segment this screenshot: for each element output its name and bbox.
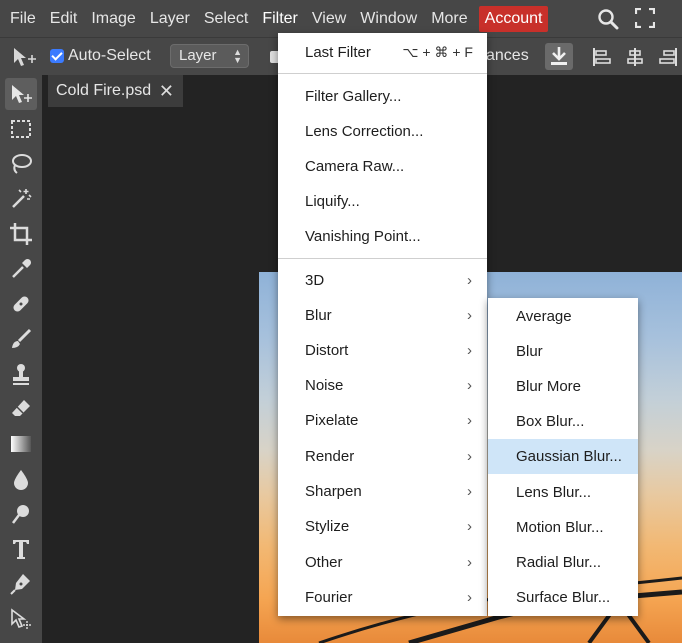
menu-item-label: Distort — [305, 342, 349, 359]
document-tab-title: Cold Fire.psd — [56, 82, 152, 99]
menu-layer[interactable]: Layer — [143, 0, 197, 37]
layer-select-dropdown[interactable]: Layer ▲ ▼ — [170, 44, 249, 68]
align-right-icon[interactable] — [658, 47, 678, 72]
eyedropper-tool-icon[interactable] — [5, 253, 37, 285]
menu-item-vanishing-point[interactable]: Vanishing Point... — [278, 219, 487, 254]
menu-item-last-filter[interactable]: Last Filter ⌥ + ⌘ + F — [278, 35, 487, 70]
menu-item-3d[interactable]: 3D › — [278, 263, 487, 298]
chevron-right-icon: › — [467, 589, 472, 606]
stamp-tool-icon[interactable] — [5, 358, 37, 390]
download-icon — [551, 47, 567, 65]
move-tool-icon[interactable] — [5, 78, 37, 110]
crop-tool-icon[interactable] — [5, 218, 37, 250]
menu-item-render[interactable]: Render › — [278, 439, 487, 474]
magic-wand-tool-icon[interactable] — [5, 183, 37, 215]
menu-image[interactable]: Image — [84, 0, 142, 37]
healing-tool-icon[interactable] — [5, 288, 37, 320]
chevron-right-icon: › — [467, 554, 472, 571]
auto-select-label: Auto-Select — [68, 47, 151, 64]
submenu-item-blur-more[interactable]: Blur More — [488, 369, 638, 404]
distances-label: ances — [486, 47, 529, 64]
menu-item-pixelate[interactable]: Pixelate › — [278, 403, 487, 438]
chevron-right-icon: › — [467, 518, 472, 535]
menu-item-label: Blur — [305, 307, 332, 324]
submenu-item-lens-blur[interactable]: Lens Blur... — [488, 475, 638, 510]
last-filter-shortcut: ⌥ + ⌘ + F — [402, 44, 473, 60]
blur-submenu: Average Blur Blur More Box Blur... Gauss… — [488, 298, 638, 616]
marquee-tool-icon[interactable] — [5, 113, 37, 145]
menu-item-label: Render — [305, 448, 355, 465]
menu-window[interactable]: Window — [353, 0, 424, 37]
auto-select-checkbox[interactable] — [50, 49, 64, 63]
blur-tool-icon[interactable] — [5, 463, 37, 495]
menu-edit[interactable]: Edit — [43, 0, 85, 37]
submenu-item-radial-blur[interactable]: Radial Blur... — [488, 545, 638, 580]
submenu-item-surface-blur[interactable]: Surface Blur... — [488, 580, 638, 615]
chevron-right-icon: › — [467, 483, 472, 500]
menu-item-label: Sharpen — [305, 483, 362, 500]
account-button[interactable]: Account — [478, 5, 549, 32]
menu-item-noise[interactable]: Noise › — [278, 368, 487, 403]
menu-item-label: Stylize — [305, 518, 350, 535]
dodge-tool-icon[interactable] — [5, 498, 37, 530]
eraser-tool-icon[interactable] — [5, 393, 37, 425]
menu-item-label: Pixelate — [305, 412, 359, 429]
chevron-right-icon: › — [467, 448, 472, 465]
align-center-icon[interactable] — [625, 47, 645, 72]
gradient-tool-icon[interactable] — [5, 428, 37, 460]
submenu-item-motion-blur[interactable]: Motion Blur... — [488, 510, 638, 545]
chevron-right-icon: › — [467, 342, 472, 359]
menu-item-label: 3D — [305, 272, 325, 289]
menu-item-distort[interactable]: Distort › — [278, 333, 487, 368]
menu-item-other[interactable]: Other › — [278, 545, 487, 580]
menu-item-camera-raw[interactable]: Camera Raw... — [278, 149, 487, 184]
menu-item-label: Fourier — [305, 589, 353, 606]
move-tool-icon — [12, 46, 38, 73]
menu-item-blur[interactable]: Blur › — [278, 298, 487, 333]
menu-item-label: Noise — [305, 377, 344, 394]
brush-tool-icon[interactable] — [5, 323, 37, 355]
dropdown-arrows-icon: ▲ ▼ — [233, 47, 242, 65]
submenu-item-blur[interactable]: Blur — [488, 334, 638, 369]
search-icon[interactable] — [597, 8, 619, 30]
menu-item-filter-gallery[interactable]: Filter Gallery... — [278, 79, 487, 114]
tools-panel — [0, 75, 42, 643]
submenu-item-box-blur[interactable]: Box Blur... — [488, 404, 638, 439]
menu-item-liquify[interactable]: Liquify... — [278, 184, 487, 219]
menu-file[interactable]: File — [0, 0, 43, 37]
menu-view[interactable]: View — [305, 0, 353, 37]
menu-item-label: Other — [305, 554, 343, 571]
filter-menu: Last Filter ⌥ + ⌘ + F Filter Gallery... … — [278, 33, 487, 616]
chevron-right-icon: › — [467, 272, 472, 289]
menu-item-sharpen[interactable]: Sharpen › — [278, 474, 487, 509]
menu-item-lens-correction[interactable]: Lens Correction... — [278, 114, 487, 149]
menu-filter[interactable]: Filter — [255, 0, 305, 37]
submenu-item-gaussian-blur[interactable]: Gaussian Blur... — [488, 439, 638, 474]
menu-item-stylize[interactable]: Stylize › — [278, 509, 487, 544]
type-tool-icon[interactable] — [5, 533, 37, 565]
menu-more[interactable]: More — [424, 0, 474, 37]
chevron-right-icon: › — [467, 412, 472, 429]
menu-item-fourier[interactable]: Fourier › — [278, 580, 487, 615]
submenu-item-average[interactable]: Average — [488, 299, 638, 334]
chevron-right-icon: › — [467, 377, 472, 394]
menu-divider — [278, 73, 487, 74]
last-filter-label: Last Filter — [305, 44, 371, 61]
pen-tool-icon[interactable] — [5, 568, 37, 600]
layer-select-value: Layer — [179, 47, 217, 64]
fullscreen-icon[interactable] — [634, 7, 657, 30]
close-icon[interactable]: ✕ — [159, 75, 174, 107]
download-button[interactable] — [545, 43, 573, 70]
menu-select[interactable]: Select — [197, 0, 255, 37]
menu-bar: File Edit Image Layer Select Filter View… — [0, 0, 682, 37]
lasso-tool-icon[interactable] — [5, 148, 37, 180]
align-left-icon[interactable] — [592, 47, 612, 72]
menu-divider — [278, 258, 487, 259]
document-tab[interactable]: Cold Fire.psd ✕ — [48, 75, 183, 107]
path-select-tool-icon[interactable] — [5, 603, 37, 635]
chevron-right-icon: › — [467, 307, 472, 324]
